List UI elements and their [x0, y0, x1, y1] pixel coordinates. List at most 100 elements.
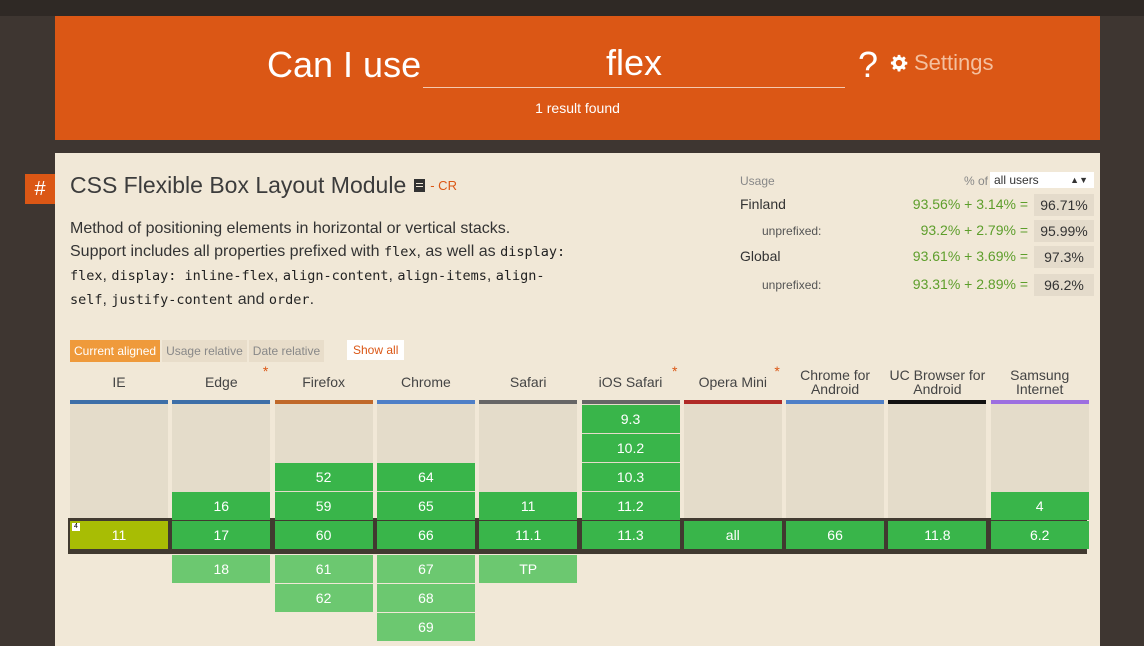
usage-row: Finland 93.56% + 3.14% = 96.71%: [740, 194, 1094, 216]
top-strip: [0, 0, 1144, 16]
browser-column-samsung-internet: Samsung Internet: [990, 364, 1089, 404]
browser-column-ios-safari: iOS Safari *: [581, 364, 680, 404]
usage-row: unprefixed: 93.2% + 2.79% = 95.99%: [740, 220, 1094, 242]
usage-select[interactable]: all users ▲▼: [990, 172, 1094, 188]
current-version-cell[interactable]: 11.1: [479, 521, 578, 549]
usage-region: Finland: [740, 196, 786, 212]
prefix-note-star-icon: *: [262, 363, 269, 379]
browser-name-text: UC Browser for Android: [889, 367, 986, 397]
future-version-cell[interactable]: 62: [274, 584, 373, 612]
browser-column-chrome: Chrome: [376, 364, 475, 404]
settings-label: Settings: [914, 50, 994, 75]
spec-status[interactable]: - CR: [430, 178, 457, 193]
current-version-cell[interactable]: 6.2: [990, 521, 1089, 549]
browser-name-text: Samsung Internet: [1010, 367, 1070, 397]
tab-date-relative[interactable]: Date relative: [248, 340, 325, 362]
usage-row: unprefixed: 93.31% + 2.89% = 96.2%: [740, 274, 1094, 296]
current-version-cell[interactable]: 66: [786, 521, 885, 549]
feature-title-text[interactable]: CSS Flexible Box Layout Module: [70, 172, 406, 199]
permalink-hash[interactable]: #: [25, 174, 55, 204]
browser-column-uc-browser-for-android: UC Browser for Android: [888, 364, 987, 404]
version-cell[interactable]: 11.2: [581, 492, 680, 520]
usage-region: unprefixed:: [762, 224, 822, 238]
current-version-cell[interactable]: 11.3: [581, 521, 680, 549]
result-count: 1 result found: [535, 100, 620, 116]
empty-version-area: [70, 404, 168, 518]
usage-calc: 93.2% + 2.79% =: [920, 222, 1028, 238]
version-cell[interactable]: 52: [274, 463, 373, 491]
usage-total: 95.99%: [1034, 220, 1094, 242]
tab-current-aligned[interactable]: Current aligned: [70, 340, 161, 362]
future-version-cell[interactable]: 67: [376, 555, 475, 583]
feature-description: Method of positioning elements in horizo…: [70, 220, 566, 308]
can-i-use-label: Can I use: [267, 44, 422, 85]
browser-name-text: IE: [112, 374, 126, 390]
current-version-cell[interactable]: 11.8: [888, 521, 987, 549]
empty-version-area: [683, 404, 782, 518]
usage-total: 96.2%: [1034, 274, 1094, 296]
browser-name[interactable]: Chrome for Android: [786, 364, 884, 400]
current-version-cell[interactable]: all: [683, 521, 782, 549]
browser-name[interactable]: Chrome: [377, 364, 475, 400]
version-cell[interactable]: 59: [274, 492, 373, 520]
version-cell[interactable]: 9.3: [581, 405, 680, 433]
current-version-cell[interactable]: 66: [376, 521, 475, 549]
version-cell[interactable]: 10.2: [581, 434, 680, 462]
empty-version-area: [888, 404, 987, 518]
browser-name[interactable]: Opera Mini *: [684, 364, 782, 400]
usage-total: 96.71%: [1034, 194, 1094, 216]
version-cell[interactable]: 64: [376, 463, 475, 491]
gear-icon: [890, 54, 908, 72]
version-cell[interactable]: 11: [479, 492, 578, 520]
select-arrows-icon: ▲▼: [1070, 175, 1088, 185]
usage-total: 97.3%: [1034, 246, 1094, 268]
help-link[interactable]: ?: [858, 44, 878, 86]
current-version-cell[interactable]: 11 4: [70, 521, 168, 549]
current-version-cell[interactable]: 17: [172, 521, 271, 549]
browser-column-firefox: Firefox: [274, 364, 373, 404]
future-version-cell[interactable]: TP: [479, 555, 578, 583]
future-version-cell[interactable]: 18: [172, 555, 271, 583]
browser-name[interactable]: Samsung Internet: [991, 364, 1089, 400]
settings-button[interactable]: Settings: [890, 50, 994, 76]
version-cell[interactable]: 10.3: [581, 463, 680, 491]
browser-name-text: Edge: [204, 374, 238, 390]
show-all-button[interactable]: Show all: [347, 340, 405, 360]
browser-name[interactable]: Firefox: [275, 364, 373, 400]
browser-name-text: iOS Safari: [598, 374, 663, 390]
browser-name-text: Opera Mini: [698, 374, 768, 390]
browser-name[interactable]: UC Browser for Android: [888, 364, 986, 400]
usage-row: Global 93.61% + 3.69% = 97.3%: [740, 246, 1094, 268]
future-version-cell[interactable]: 68: [376, 584, 475, 612]
browser-column-chrome-for-android: Chrome for Android: [786, 364, 885, 404]
current-version-cell[interactable]: 60: [274, 521, 373, 549]
version-cell[interactable]: 65: [376, 492, 475, 520]
browser-name-text: Safari: [509, 374, 547, 390]
tab-usage-relative[interactable]: Usage relative: [162, 340, 247, 362]
view-tabs: Current aligned Usage relative Date rela…: [70, 340, 326, 362]
browser-column-edge: Edge *: [172, 364, 271, 404]
browser-name[interactable]: Safari: [479, 364, 577, 400]
browser-name-text: Chrome: [400, 374, 451, 390]
future-version-cell[interactable]: 61: [274, 555, 373, 583]
search-header: Can I use flex ? Settings 1 result found: [55, 16, 1100, 140]
browser-name[interactable]: IE: [70, 364, 168, 400]
usage-select-value: all users: [994, 173, 1039, 187]
usage-region: unprefixed:: [762, 278, 822, 292]
usage-heading: Usage: [740, 174, 775, 188]
version-cell[interactable]: 4: [990, 492, 1089, 520]
feature-title: CSS Flexible Box Layout Module - CR: [70, 172, 457, 199]
usage-calc: 93.31% + 2.89% =: [912, 276, 1028, 292]
browser-name[interactable]: iOS Safari *: [582, 364, 680, 400]
browser-name-text: Chrome for Android: [800, 367, 871, 397]
usage-region: Global: [740, 248, 781, 264]
version-cell[interactable]: 16: [172, 492, 271, 520]
empty-version-area: [786, 404, 885, 518]
browser-column-opera-mini: Opera Mini *: [683, 364, 782, 404]
browser-name[interactable]: Edge *: [172, 364, 270, 400]
future-version-cell[interactable]: 69: [376, 613, 475, 641]
note-badge[interactable]: 4: [72, 523, 80, 531]
search-input[interactable]: flex: [423, 40, 845, 88]
document-icon[interactable]: [414, 179, 426, 192]
browser-column-ie: IE: [70, 364, 168, 404]
